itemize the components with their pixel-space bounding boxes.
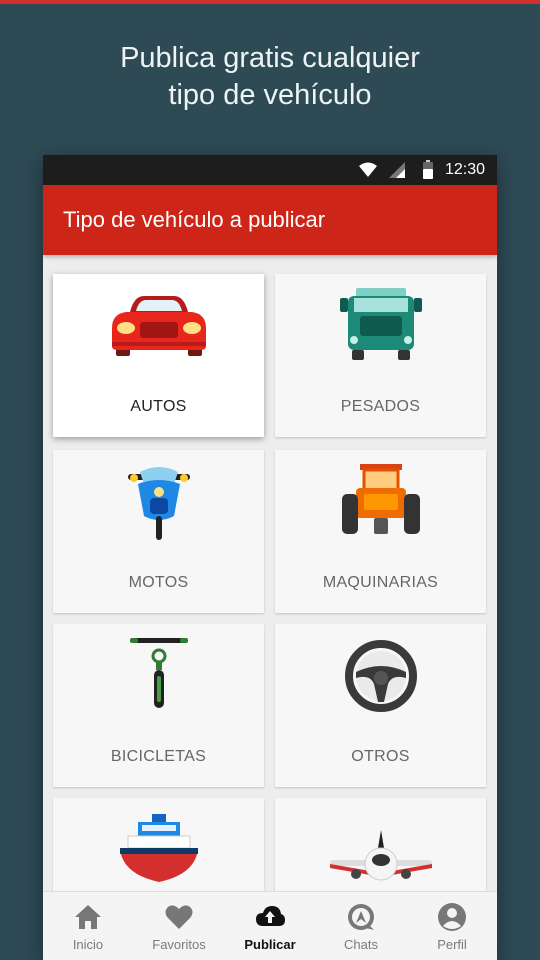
signal-icon xyxy=(389,162,405,178)
app-bar-title: Tipo de vehículo a publicar xyxy=(63,207,326,232)
vehicle-card-otros[interactable]: OTROS xyxy=(275,624,486,787)
vehicle-card-label: OTROS xyxy=(351,748,410,765)
status-time: 12:30 xyxy=(444,161,485,178)
nav-label: Inicio xyxy=(72,937,104,952)
nav-label: Chats xyxy=(344,937,378,952)
bottom-navigation: Inicio Favoritos Publicar Chats Perfil xyxy=(43,891,497,960)
status-bar: 12:30 xyxy=(43,155,497,185)
nav-perfil[interactable]: Perfil xyxy=(407,892,497,960)
airplane-icon xyxy=(329,830,432,881)
vehicle-card-label: BICICLETAS xyxy=(110,748,207,765)
phone-screen: 12:30 Tipo de vehículo a publicar AUTOS xyxy=(43,155,497,960)
nav-label: Perfil xyxy=(437,937,467,952)
cloud-upload-icon xyxy=(256,906,285,926)
promo-line-1: Publica gratis cualquier xyxy=(120,42,420,74)
wifi-icon xyxy=(359,162,377,177)
motorcycle-icon xyxy=(127,467,190,540)
heart-icon xyxy=(165,905,193,929)
promo-headline: Publica gratis cualquier tipo de vehícul… xyxy=(0,40,540,114)
boat-icon xyxy=(119,814,198,882)
battery-icon xyxy=(423,160,433,179)
home-icon xyxy=(75,905,101,929)
nav-inicio[interactable]: Inicio xyxy=(43,892,133,960)
nav-chats[interactable]: Chats xyxy=(316,892,406,960)
promo-line-2: tipo de vehículo xyxy=(168,79,372,111)
app-bar: Tipo de vehículo a publicar xyxy=(43,185,497,255)
vehicle-card-bicicletas[interactable]: BICICLETAS xyxy=(53,624,264,787)
vehicle-card-label: MAQUINARIAS xyxy=(322,574,439,591)
truck-icon xyxy=(339,288,422,360)
chat-icon xyxy=(348,904,374,930)
vehicle-card-autos[interactable]: AUTOS xyxy=(53,274,264,437)
vehicle-card-maquinarias[interactable]: MAQUINARIAS xyxy=(275,450,486,613)
profile-icon xyxy=(438,903,466,931)
steering-wheel-icon xyxy=(344,640,417,712)
vehicle-card-pesados[interactable]: PESADOS xyxy=(275,274,486,437)
vehicle-card-motos[interactable]: MOTOS xyxy=(53,450,264,613)
vehicle-card-label: AUTOS xyxy=(130,398,187,415)
top-accent-line xyxy=(0,0,540,4)
tractor-icon xyxy=(341,464,420,534)
nav-publicar[interactable]: Publicar xyxy=(225,892,315,960)
bicycle-icon xyxy=(129,638,188,708)
nav-favoritos[interactable]: Favoritos xyxy=(134,892,224,960)
car-icon xyxy=(111,296,206,356)
vehicle-card-label: MOTOS xyxy=(128,574,189,591)
vehicle-card-label: PESADOS xyxy=(340,398,421,415)
nav-label: Publicar xyxy=(244,937,296,952)
nav-label: Favoritos xyxy=(152,937,206,952)
